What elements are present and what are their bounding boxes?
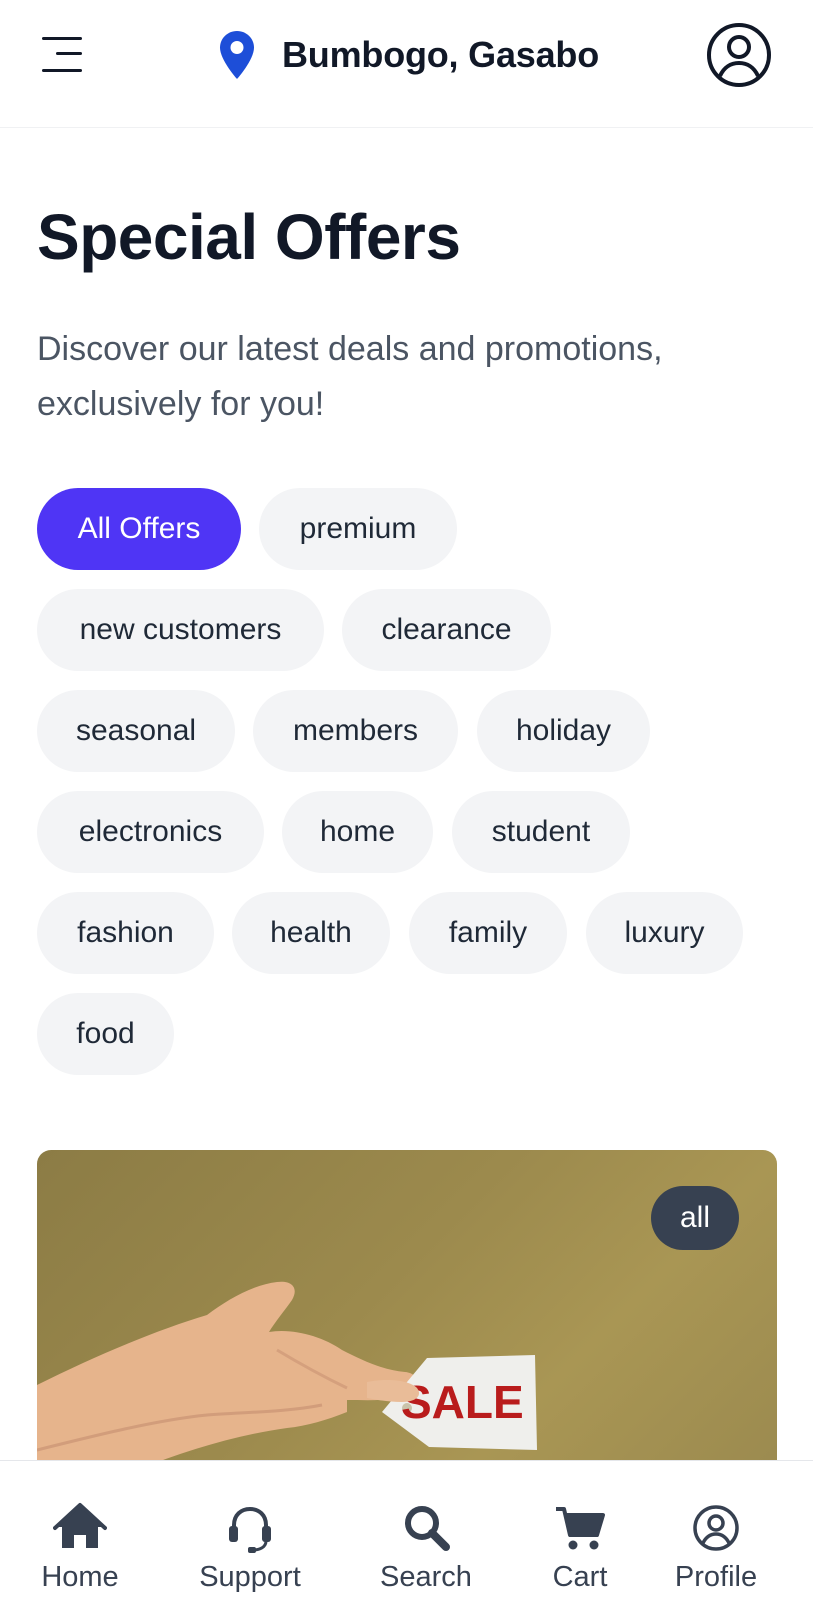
location-label: Bumbogo, Gasabo (282, 34, 600, 75)
nav-label: Cart (552, 1561, 608, 1593)
filter-chip-new-customers[interactable]: new customers (37, 589, 324, 671)
filter-chip-health[interactable]: health (232, 892, 390, 974)
filter-chip-student[interactable]: student (452, 791, 630, 873)
filter-chip-seasonal[interactable]: seasonal (37, 690, 235, 772)
menu-icon-line (42, 69, 82, 72)
filter-chip-fashion[interactable]: fashion (37, 892, 214, 974)
home-icon (53, 1503, 107, 1548)
nav-item-support[interactable]: Support (188, 1461, 312, 1600)
search-icon (405, 1506, 450, 1551)
filter-chip-all-offers[interactable]: All Offers (37, 488, 241, 570)
account-icon[interactable] (706, 22, 772, 88)
nav-label: Profile (674, 1561, 758, 1593)
nav-label: Home (41, 1561, 119, 1593)
location-pin-icon (220, 31, 254, 79)
app-root: Bumbogo, Gasabo Special Offers Discover … (0, 0, 813, 1600)
nav-item-profile[interactable]: Profile (666, 1461, 766, 1600)
cart-icon (556, 1507, 605, 1550)
filter-chip-luxury[interactable]: luxury (586, 892, 743, 974)
nav-item-home[interactable]: Home (28, 1461, 132, 1600)
nav-item-cart[interactable]: Cart (540, 1461, 620, 1600)
offer-category-badge: all (651, 1186, 739, 1250)
filter-chip-family[interactable]: family (409, 892, 567, 974)
filter-chip-electronics[interactable]: electronics (37, 791, 264, 873)
menu-icon-line (42, 37, 82, 40)
sale-tag: SALE (382, 1355, 537, 1450)
nav-label: Search (380, 1561, 472, 1593)
sale-tag-text: SALE (401, 1376, 524, 1428)
top-header: Bumbogo, Gasabo (0, 0, 813, 128)
page-subtitle: Discover our latest deals and promotions… (37, 330, 663, 423)
page-title: Special Offers (37, 201, 461, 273)
user-circle-icon (693, 1505, 739, 1551)
filter-chip-home[interactable]: home (282, 791, 433, 873)
filter-chip-food[interactable]: food (37, 993, 174, 1075)
filter-chip-members[interactable]: members (253, 690, 458, 772)
menu-button[interactable] (40, 32, 88, 76)
filter-chip-clearance[interactable]: clearance (342, 589, 551, 671)
bottom-navigation: Home Support Search Cart Profile (0, 1460, 813, 1600)
nav-item-search[interactable]: Search (364, 1461, 488, 1600)
location-selector[interactable]: Bumbogo, Gasabo (218, 30, 599, 80)
filter-chip-holiday[interactable]: holiday (477, 690, 650, 772)
filter-chip-premium[interactable]: premium (259, 488, 457, 570)
menu-icon-line (56, 52, 82, 55)
nav-label: Support (199, 1561, 301, 1593)
offer-card[interactable]: SALE all (37, 1150, 777, 1480)
headset-icon (229, 1506, 271, 1553)
